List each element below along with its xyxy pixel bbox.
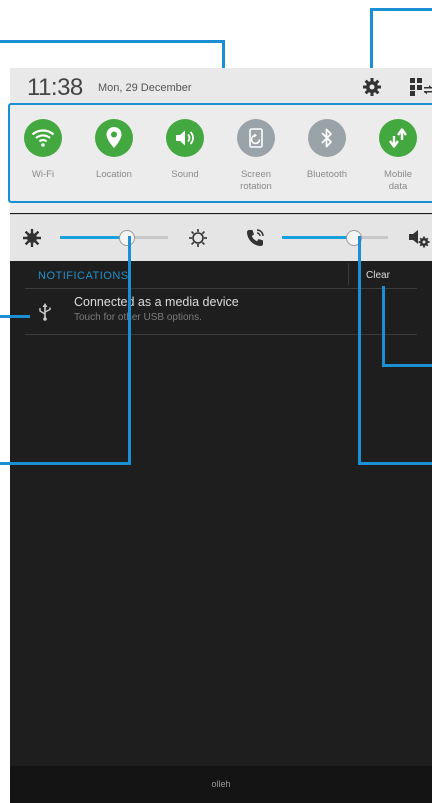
quick-settings-row: Wi-Fi Location Sound Screen rotation Blu… [10, 105, 432, 213]
carrier-label: olleh [211, 779, 231, 789]
mobile-data-icon [379, 119, 417, 157]
callout-line [382, 364, 432, 367]
callout-line [358, 236, 361, 464]
toggle-label: Screen rotation [240, 169, 272, 192]
callout-line [0, 462, 130, 465]
gear-icon[interactable] [362, 77, 382, 97]
callout-line [370, 8, 373, 74]
wifi-icon [24, 119, 62, 157]
notification-subtitle: Touch for other USB options. [74, 312, 202, 323]
callout-line [372, 8, 432, 11]
notifications-area: NOTIFICATIONS Clear Connected as a media… [10, 261, 432, 766]
brightness-low-icon [23, 229, 41, 247]
callout-line [0, 315, 30, 318]
notification-title: Connected as a media device [74, 295, 239, 309]
brightness-slider-fill [60, 236, 127, 239]
notifications-header: NOTIFICATIONS [38, 270, 129, 282]
toggle-screen-rotation[interactable]: Screen rotation [224, 105, 288, 213]
volume-icon [166, 119, 204, 157]
status-bar: 11:38 Mon, 29 December [10, 68, 432, 105]
quick-settings-grid-icon[interactable] [410, 78, 432, 96]
brightness-high-icon [189, 229, 207, 247]
volume-slider-fill [282, 236, 355, 239]
bluetooth-icon [308, 119, 346, 157]
brightness-slider-handle[interactable] [118, 230, 135, 246]
toggle-label: Location [96, 169, 132, 180]
toggle-label: Sound [171, 169, 199, 180]
callout-line [358, 462, 432, 465]
toggle-label: Wi-Fi [31, 169, 55, 180]
date: Mon, 29 December [98, 82, 192, 94]
volume-settings-icon[interactable] [408, 227, 430, 249]
clear-button[interactable]: Clear [366, 270, 390, 281]
toggle-label: Bluetooth [306, 169, 348, 180]
toggle-label: Mobile data [384, 169, 412, 192]
header-divider [348, 263, 349, 285]
notification-panel: 11:38 Mon, 29 December Wi-Fi Location So… [10, 68, 432, 803]
toggle-sound[interactable]: Sound [153, 105, 217, 213]
call-volume-icon [247, 229, 264, 246]
callout-line [0, 40, 224, 43]
brightness-slider[interactable] [60, 236, 168, 239]
slider-row [10, 214, 432, 261]
screen-rotation-icon [237, 119, 275, 157]
toggle-location[interactable]: Location [82, 105, 146, 213]
toggle-bluetooth[interactable]: Bluetooth [295, 105, 359, 213]
callout-line [128, 236, 131, 465]
callout-line [382, 286, 385, 366]
location-pin-icon [95, 119, 133, 157]
usb-icon [39, 303, 51, 321]
toggle-mobile-data[interactable]: Mobile data [366, 105, 430, 213]
carrier-bar: olleh [10, 766, 432, 803]
clock: 11:38 [27, 74, 83, 101]
volume-slider[interactable] [282, 236, 388, 239]
list-item[interactable]: Connected as a media device Touch for ot… [10, 289, 432, 334]
toggle-wifi[interactable]: Wi-Fi [11, 105, 75, 213]
